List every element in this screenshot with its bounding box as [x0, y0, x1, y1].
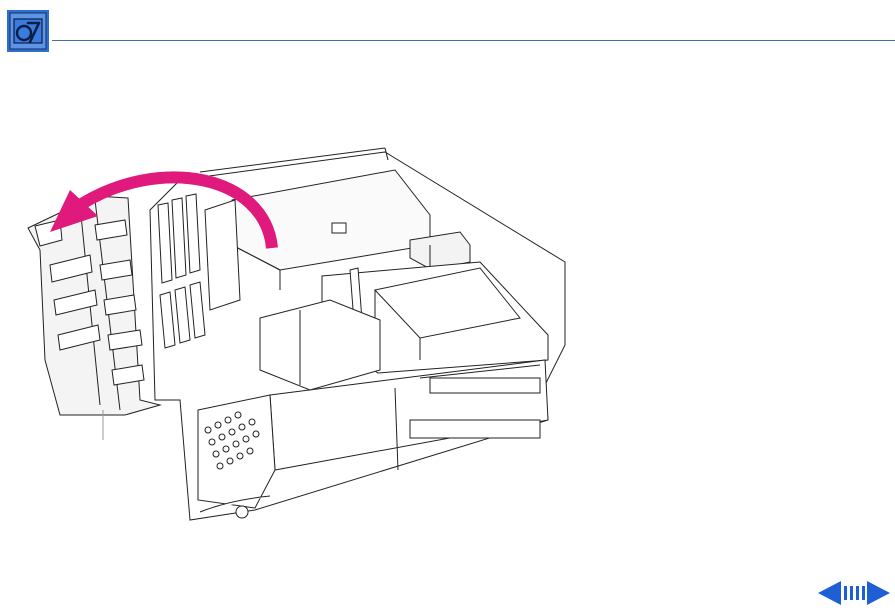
- side-panel: [27, 195, 162, 440]
- page-navigation: [817, 580, 891, 606]
- service-manual-logo-icon: [6, 9, 50, 53]
- table-of-contents-icon: [842, 585, 866, 601]
- header-rule: [52, 40, 895, 41]
- previous-page-button[interactable]: [817, 580, 841, 606]
- next-page-button[interactable]: [867, 580, 891, 606]
- contents-button[interactable]: [841, 580, 867, 606]
- right-arrow-icon: [867, 581, 890, 605]
- chassis-body: [149, 147, 566, 521]
- left-arrow-icon: [818, 581, 841, 605]
- chassis-illustration: [0, 130, 600, 540]
